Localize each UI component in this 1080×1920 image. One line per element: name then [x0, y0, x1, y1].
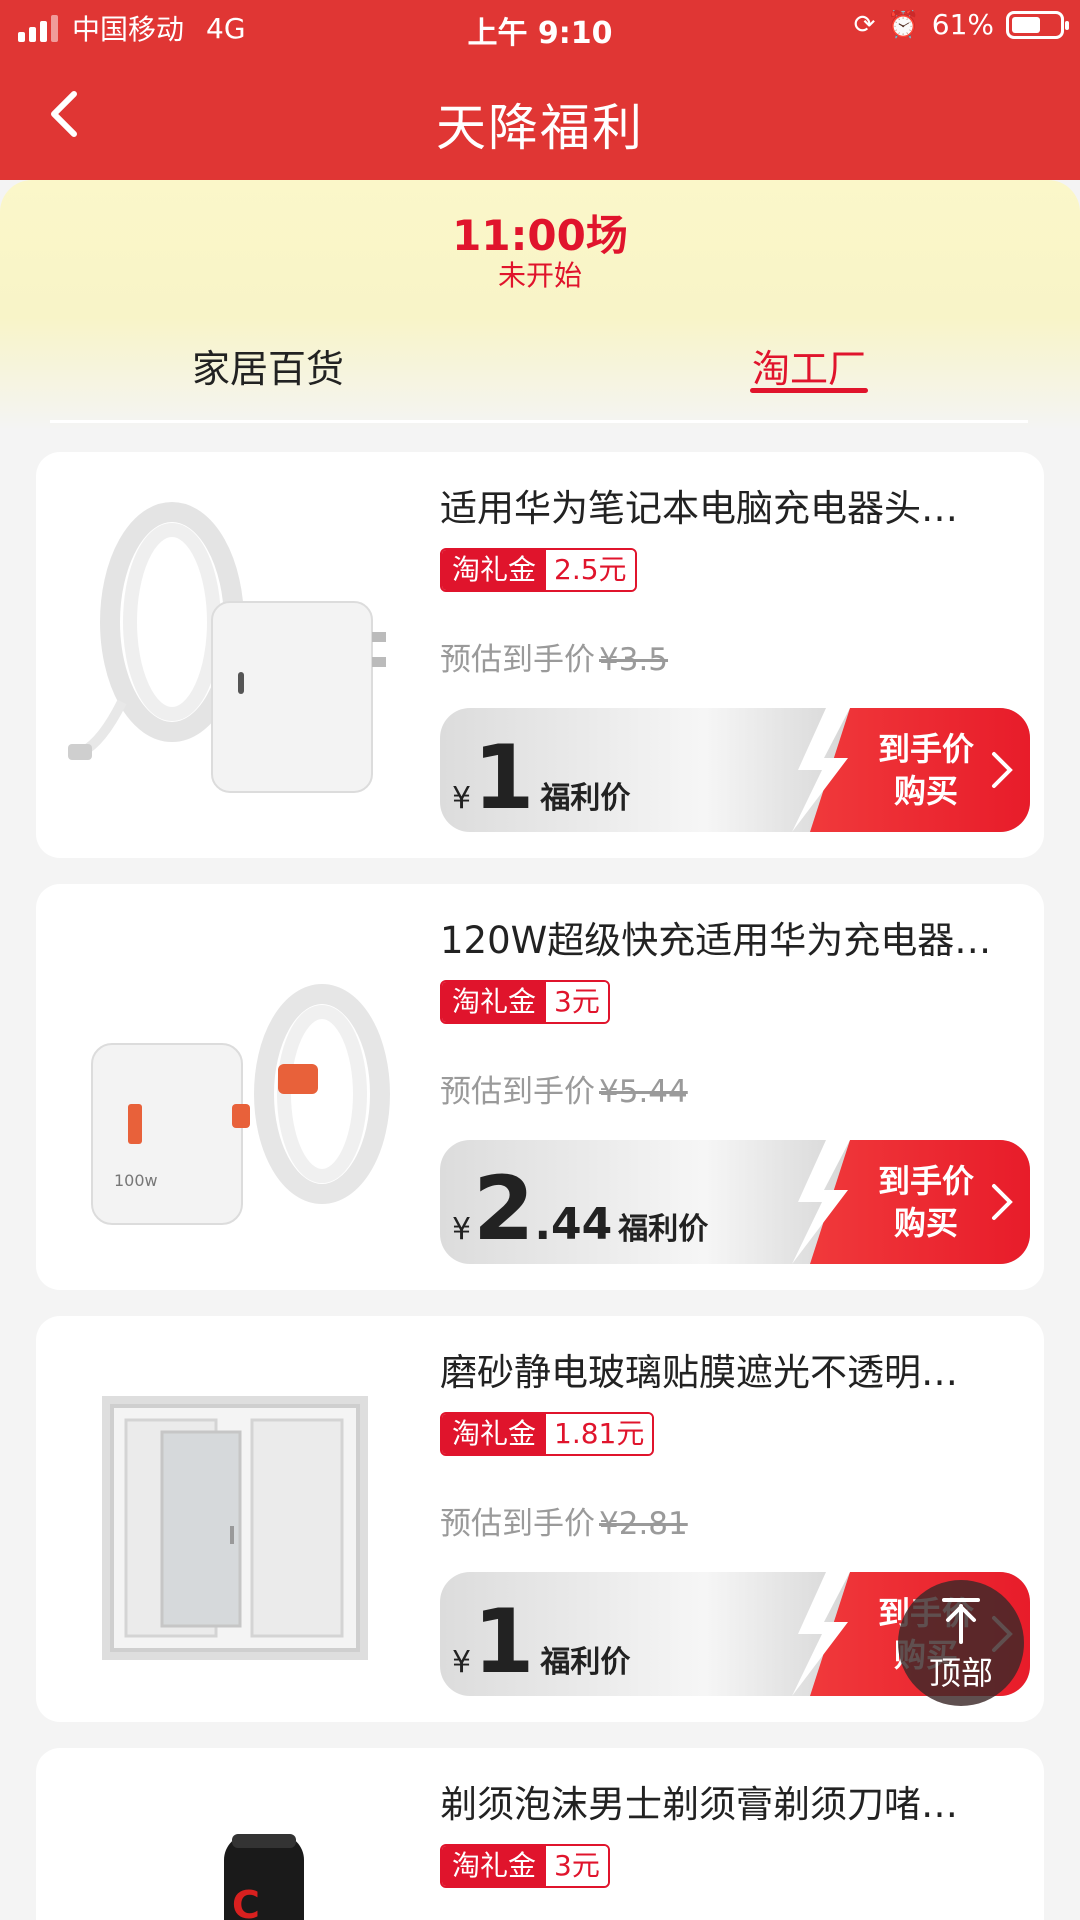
coupon-badge: 淘礼金 3元: [440, 980, 610, 1024]
price-integer: 1: [473, 726, 535, 829]
product-card[interactable]: 100w 120W超级快充适用华为充电器… 淘礼金 3元 预估到手价 ¥5.44 …: [36, 884, 1044, 1290]
lightning-icon: [788, 1140, 858, 1264]
price-integer: 2: [473, 1157, 535, 1260]
shaving-foam-image: C: [224, 1834, 304, 1920]
session-header: 11:00场 未开始 家居百货 淘工厂: [0, 180, 1080, 430]
buy-button[interactable]: 到手价 购买: [878, 728, 974, 812]
coupon-label: 淘礼金: [442, 982, 547, 1022]
price-integer: 1: [473, 1590, 535, 1693]
battery-percent: 61%: [931, 8, 994, 41]
price-tag-label: 福利价: [540, 781, 631, 816]
currency-symbol: ¥: [452, 1212, 472, 1247]
back-to-top-button[interactable]: 顶部: [898, 1580, 1024, 1706]
svg-text:100w: 100w: [114, 1171, 158, 1190]
product-title[interactable]: 适用华为笔记本电脑充电器头…: [440, 478, 1010, 532]
currency-symbol: ¥: [452, 781, 472, 816]
buy-line-1: 到手价: [877, 1162, 974, 1200]
lightning-icon: [788, 708, 858, 832]
coupon-value: 2.5元: [546, 550, 635, 590]
coupon-label: 淘礼金: [442, 1846, 547, 1886]
product-card[interactable]: C 剃须泡沫男士剃须膏剃须刀啫… 淘礼金 3元: [36, 1748, 1044, 1920]
product-image[interactable]: C: [62, 1788, 402, 1920]
estimated-price-label: 预估到手价: [440, 642, 595, 678]
estimated-price-label: 预估到手价: [440, 1506, 595, 1542]
status-bar: 中国移动 4G 上午 9:10 ⟳ ⏰ 61%: [0, 0, 1080, 56]
currency-symbol: ¥: [452, 1645, 472, 1680]
product-card[interactable]: 磨砂静电玻璃贴膜遮光不透明… 淘礼金 1.81元 预估到手价 ¥2.81 ¥ 1 …: [36, 1316, 1044, 1722]
buy-bar[interactable]: ¥ 2 .44 福利价 到手价 购买: [440, 1140, 1030, 1264]
original-price: ¥3.5: [599, 642, 669, 678]
estimated-price: 预估到手价 ¥3.5: [440, 634, 668, 679]
battery-icon: [1006, 10, 1069, 39]
estimated-price: 预估到手价 ¥2.81: [440, 1498, 688, 1543]
welfare-price: ¥ 2 .44 福利价: [452, 1157, 709, 1260]
price-tag-label: 福利价: [540, 1645, 631, 1680]
buy-line-1: 到手价: [877, 730, 974, 768]
coupon-value: 1.81元: [546, 1414, 653, 1454]
product-title[interactable]: 120W超级快充适用华为充电器…: [440, 910, 1010, 964]
orientation-lock-icon: ⟳: [853, 9, 876, 40]
estimated-price: 预估到手价 ¥5.44: [440, 1066, 688, 1111]
product-card[interactable]: 适用华为笔记本电脑充电器头… 淘礼金 2.5元 预估到手价 ¥3.5 ¥ 1 福利…: [36, 452, 1044, 858]
session-status: 未开始: [497, 259, 582, 292]
buy-line-2: 购买: [893, 772, 958, 810]
coupon-label: 淘礼金: [442, 550, 547, 590]
tab-tao-factory[interactable]: 淘工厂: [752, 338, 866, 393]
original-price: ¥2.81: [599, 1506, 688, 1542]
price-tag-label: 福利价: [618, 1212, 709, 1247]
product-title[interactable]: 磨砂静电玻璃贴膜遮光不透明…: [440, 1342, 1010, 1396]
back-to-top-label: 顶部: [928, 1654, 993, 1692]
coupon-label: 淘礼金: [442, 1414, 547, 1454]
frosted-window-image: [102, 1396, 368, 1660]
original-price: ¥5.44: [599, 1074, 688, 1110]
tab-home-goods[interactable]: 家居百货: [192, 338, 344, 393]
page-title: 天降福利: [436, 99, 644, 157]
estimated-price-label: 预估到手价: [440, 1074, 595, 1110]
active-tab-indicator: [750, 388, 868, 393]
alarm-icon: ⏰: [887, 9, 920, 40]
coupon-value: 3元: [546, 1846, 608, 1886]
chevron-right-icon: [986, 750, 1016, 790]
coupon-badge: 淘礼金 2.5元: [440, 548, 637, 592]
coupon-badge: 淘礼金 3元: [440, 1844, 610, 1888]
product-image[interactable]: [62, 492, 402, 822]
buy-line-2: 购买: [893, 1204, 958, 1242]
price-decimal: .44: [534, 1199, 613, 1250]
arrow-up-icon: [942, 1598, 980, 1644]
product-image[interactable]: 100w: [62, 924, 402, 1254]
charger-image: [68, 502, 386, 793]
coupon-value: 3元: [546, 982, 608, 1022]
buy-bar[interactable]: ¥ 1 福利价 到手价 购买: [440, 708, 1030, 832]
svg-text:C: C: [232, 1883, 260, 1920]
buy-button[interactable]: 到手价 购买: [878, 1160, 974, 1244]
chevron-right-icon: [986, 1182, 1016, 1222]
lightning-icon: [788, 1572, 858, 1696]
welfare-price: ¥ 1 福利价: [452, 726, 631, 829]
coupon-badge: 淘礼金 1.81元: [440, 1412, 655, 1456]
product-title[interactable]: 剃须泡沫男士剃须膏剃须刀啫…: [440, 1774, 1010, 1828]
nav-bar: 天降福利: [0, 56, 1080, 180]
tab-divider: [50, 420, 1028, 423]
product-image[interactable]: [62, 1356, 402, 1686]
welfare-price: ¥ 1 福利价: [452, 1590, 631, 1693]
charger-image: 100w: [91, 984, 390, 1225]
